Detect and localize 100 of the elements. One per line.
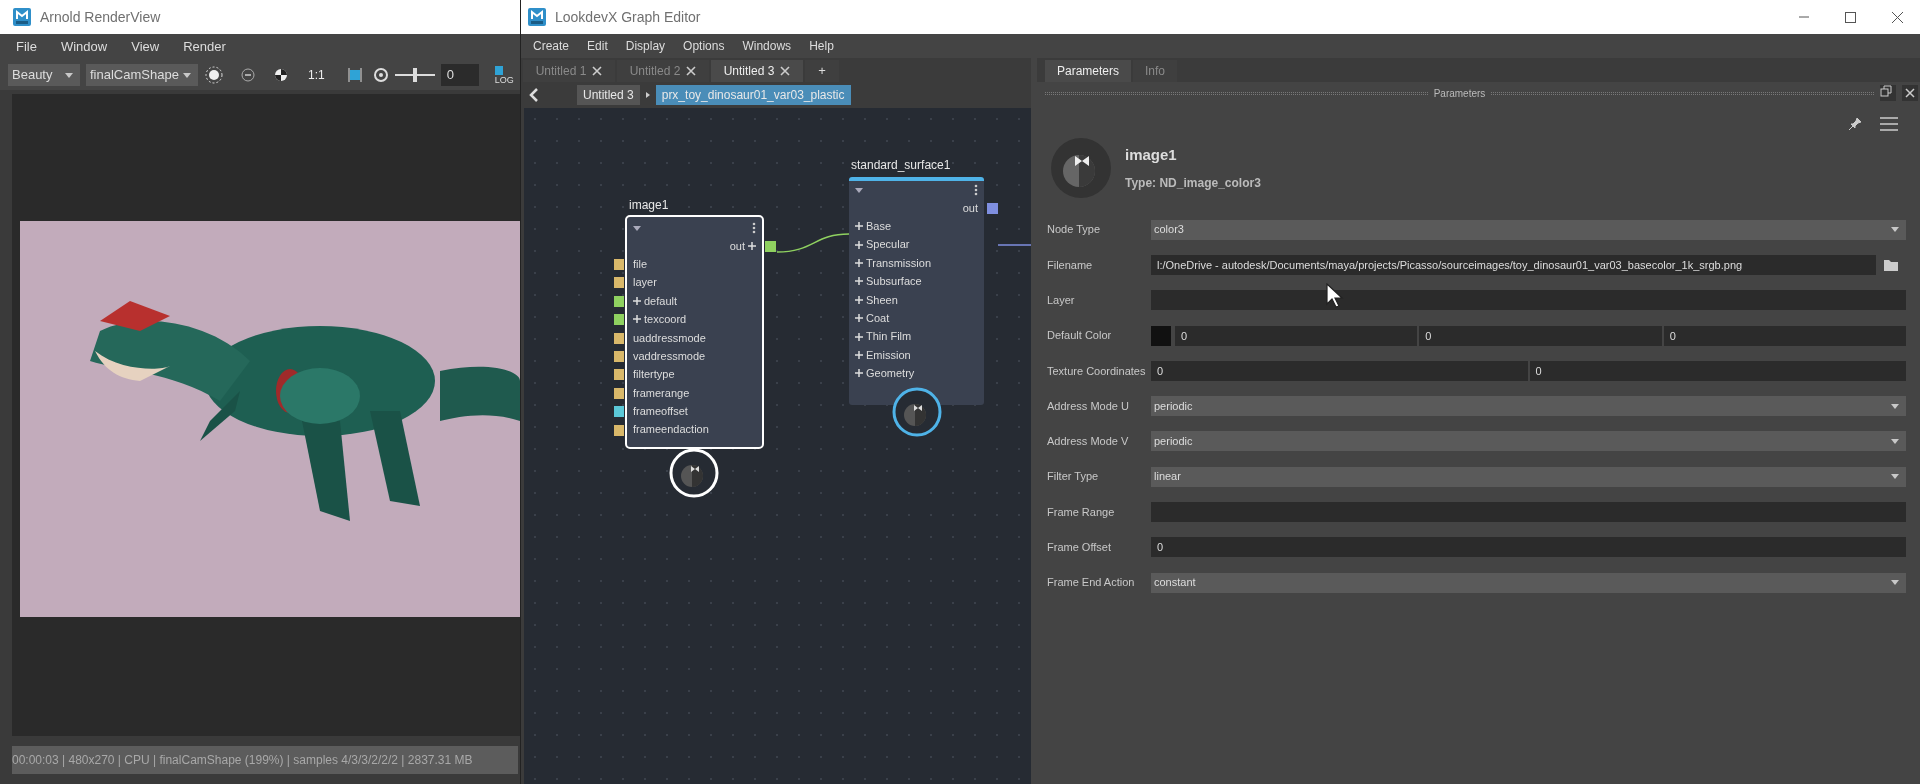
- port-label: texcoord: [644, 312, 687, 328]
- window-title: LookdevX Graph Editor: [555, 7, 701, 27]
- dropdown-arrow-icon[interactable]: [1890, 402, 1900, 410]
- port-icon[interactable]: [614, 314, 624, 326]
- more-icon[interactable]: [974, 184, 978, 196]
- port-icon[interactable]: [614, 387, 624, 399]
- float-icon[interactable]: [1880, 85, 1896, 101]
- log-button[interactable]: LOG: [494, 65, 514, 85]
- input-field[interactable]: 0: [1175, 325, 1418, 346]
- maximize-icon[interactable]: [1844, 10, 1857, 24]
- ratio-button[interactable]: 1:1: [308, 66, 325, 84]
- input-field[interactable]: 0: [1419, 325, 1662, 346]
- input-field[interactable]: 0: [1151, 537, 1906, 558]
- input-field[interactable]: 0: [1663, 325, 1906, 346]
- plus-icon[interactable]: [855, 295, 863, 304]
- menu-item[interactable]: Edit: [587, 37, 608, 55]
- tab[interactable]: Parameters: [1045, 60, 1132, 82]
- port-icon[interactable]: [614, 424, 624, 436]
- menu-icon[interactable]: [1880, 117, 1898, 131]
- exposure-slider[interactable]: [394, 68, 435, 82]
- port-icon[interactable]: [614, 295, 624, 307]
- port-label: Coat: [866, 310, 890, 326]
- menu-item[interactable]: Create: [533, 37, 570, 55]
- port-label: filtertype: [633, 367, 675, 383]
- plus-icon[interactable]: [855, 222, 863, 231]
- port-label: Emission: [866, 347, 911, 363]
- input-field[interactable]: [1151, 290, 1906, 311]
- collapse-icon[interactable]: [633, 225, 641, 231]
- plus-icon[interactable]: [748, 242, 756, 250]
- color-swatch[interactable]: [1151, 325, 1171, 346]
- dropdown[interactable]: Beauty: [8, 64, 80, 86]
- menu-item[interactable]: View: [131, 37, 160, 57]
- dropdown-arrow-icon[interactable]: [1890, 226, 1900, 234]
- menu-item[interactable]: Windows: [742, 37, 792, 55]
- menu-item[interactable]: Help: [809, 37, 834, 55]
- port-icon[interactable]: [614, 332, 624, 344]
- port-icon[interactable]: [614, 277, 624, 289]
- port-label: Transmission: [866, 255, 931, 271]
- plus-icon[interactable]: [633, 315, 641, 324]
- port-label: Sheen: [866, 292, 898, 308]
- collapse-icon[interactable]: [855, 187, 863, 193]
- menu-item[interactable]: Options: [683, 37, 725, 55]
- panel-title: Parameters: [1433, 86, 1486, 101]
- port-label: Subsurface: [866, 274, 922, 290]
- port-label: Thin Film: [866, 329, 912, 345]
- aperture-icon[interactable]: [372, 67, 389, 83]
- node-type: Type: ND_image_color3: [1125, 175, 1261, 193]
- dropdown-arrow-icon[interactable]: [1890, 437, 1900, 445]
- plus-icon[interactable]: [855, 332, 863, 341]
- dropdown[interactable]: periodic: [1151, 431, 1906, 452]
- pin-icon[interactable]: [1848, 117, 1862, 131]
- hdr-icon[interactable]: [240, 67, 256, 83]
- plus-icon[interactable]: [855, 258, 863, 267]
- input-field[interactable]: l:/OneDrive - autodesk/Documents/maya/projects/Picasso/sourceimages/toy_dinosaur01_var03_basecolor_1k_srgb.png: [1151, 254, 1876, 275]
- breadcrumb-item[interactable]: Untitled 3: [577, 85, 640, 105]
- plus-icon[interactable]: [855, 350, 863, 359]
- back-icon[interactable]: [529, 88, 539, 102]
- plus-icon[interactable]: [855, 314, 863, 323]
- field-label: Default Color: [1046, 328, 1113, 344]
- dropdown[interactable]: linear: [1151, 466, 1906, 487]
- slider-thumb[interactable]: [412, 68, 417, 82]
- dropdown-arrow-icon[interactable]: [64, 71, 74, 79]
- menu-item[interactable]: Render: [183, 37, 226, 57]
- close-icon[interactable]: [1891, 10, 1904, 24]
- folder-icon[interactable]: [1884, 258, 1898, 271]
- plus-icon[interactable]: [855, 369, 863, 378]
- checker-icon[interactable]: [274, 68, 288, 82]
- menu-item[interactable]: Display: [625, 37, 666, 55]
- plus-icon[interactable]: [855, 240, 863, 249]
- input-field[interactable]: 0: [1529, 360, 1906, 381]
- dropdown[interactable]: constant: [1151, 572, 1906, 593]
- dropdown-arrow-icon[interactable]: [1890, 579, 1900, 587]
- tab[interactable]: Untitled 3: [711, 60, 803, 82]
- dropdown-arrow-icon[interactable]: [1890, 473, 1900, 481]
- port-icon[interactable]: [614, 369, 624, 381]
- field-label: Layer: [1046, 293, 1076, 308]
- dropdown[interactable]: finalCamShape: [86, 64, 198, 86]
- dropdown-arrow-icon[interactable]: [182, 71, 192, 79]
- close-icon[interactable]: [1902, 85, 1918, 101]
- input-field[interactable]: 0: [1151, 360, 1528, 381]
- plus-icon[interactable]: [633, 296, 641, 305]
- menu-item[interactable]: File: [16, 37, 37, 57]
- port-label: Geometry: [866, 366, 915, 382]
- plus-icon[interactable]: [855, 277, 863, 286]
- more-icon[interactable]: [752, 222, 756, 234]
- dropdown[interactable]: periodic: [1151, 396, 1906, 417]
- add-tab-button[interactable]: +: [805, 60, 839, 82]
- input-field[interactable]: [1151, 502, 1906, 522]
- exposure-field[interactable]: 0: [440, 64, 479, 86]
- app-logo-icon: [527, 7, 547, 27]
- port-label: frameoffset: [633, 404, 688, 420]
- dropdown[interactable]: color3: [1151, 219, 1906, 240]
- field-label: Filter Type: [1046, 469, 1100, 485]
- crop-icon[interactable]: [346, 67, 363, 83]
- node-name: image1: [1125, 144, 1178, 165]
- node-title: standard_surface1: [851, 157, 951, 174]
- port-icon[interactable]: [614, 406, 624, 418]
- render-icon[interactable]: [204, 65, 224, 85]
- menu-item[interactable]: Window: [60, 37, 108, 57]
- port-icon[interactable]: [614, 350, 624, 362]
